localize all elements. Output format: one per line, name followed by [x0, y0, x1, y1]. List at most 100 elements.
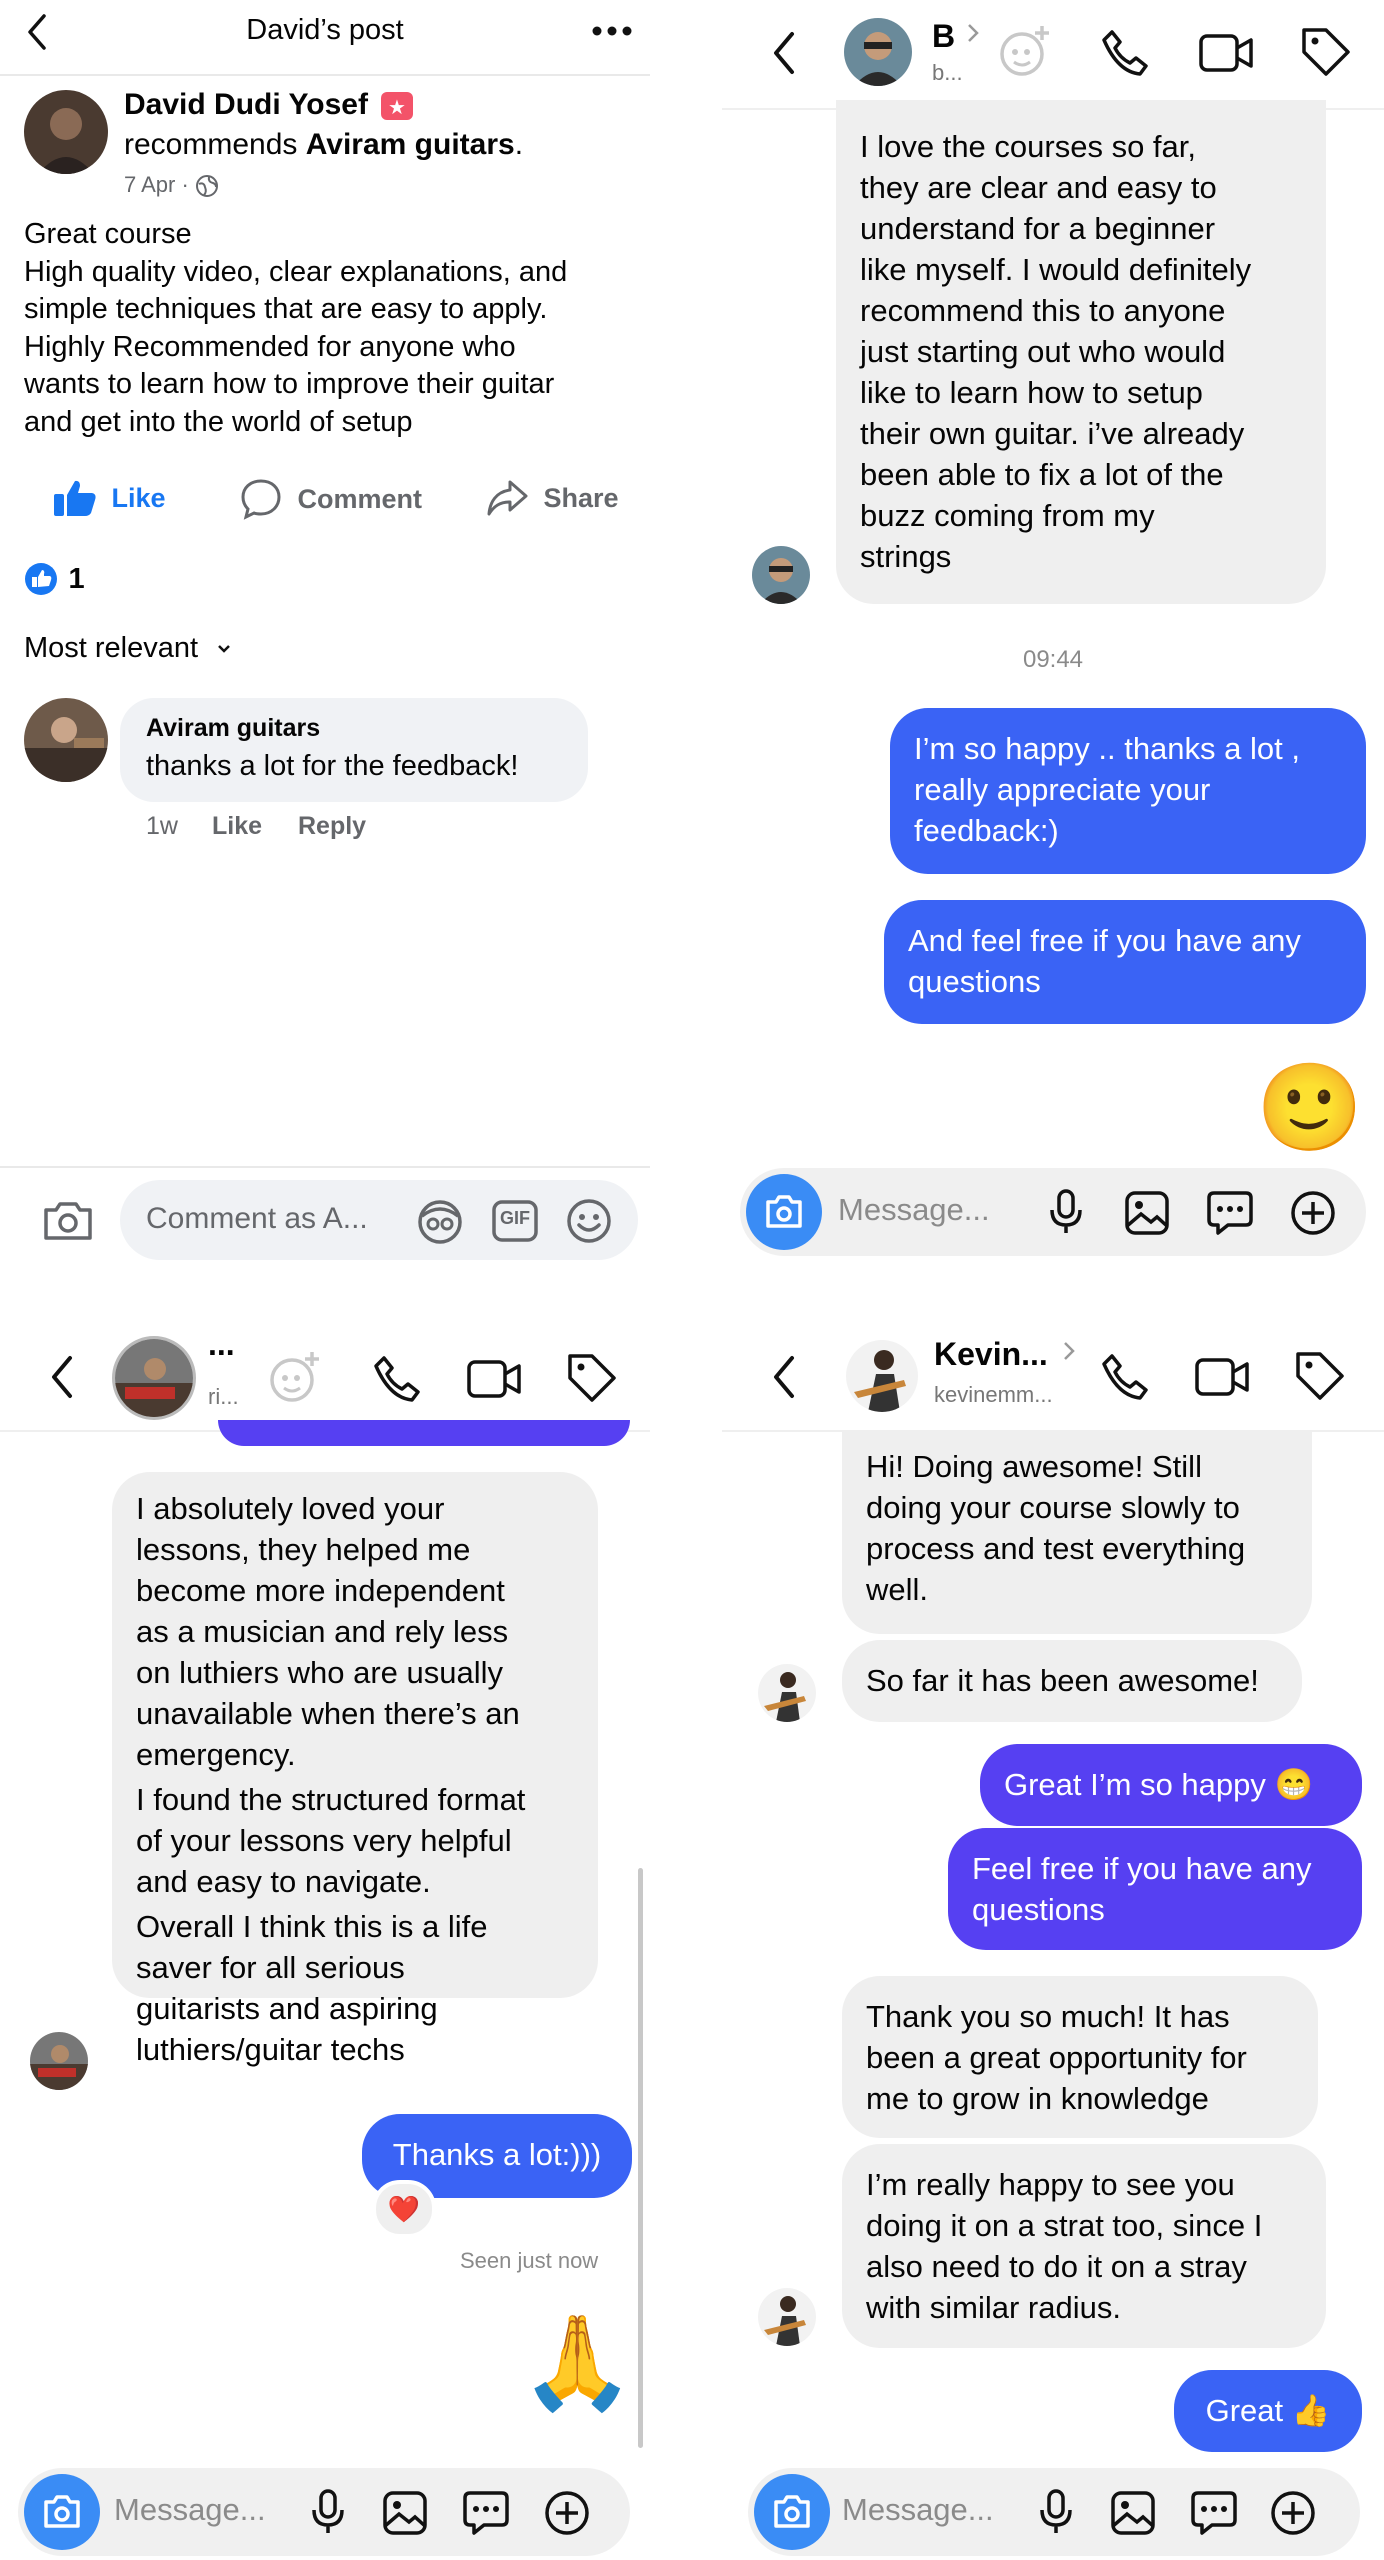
- more-options-icon[interactable]: [592, 26, 632, 36]
- message-line: strings: [860, 539, 952, 574]
- outgoing-message[interactable]: And feel free if you have any questions: [884, 900, 1366, 1024]
- share-button[interactable]: Share: [486, 478, 619, 518]
- author-avatar[interactable]: [24, 90, 108, 174]
- comment-reply-button[interactable]: Reply: [298, 812, 366, 841]
- incoming-message[interactable]: Thank you so much! It has been a great o…: [842, 1976, 1318, 2138]
- recommended-page-link[interactable]: Aviram guitars: [306, 128, 515, 161]
- sticker-icon[interactable]: [1190, 2490, 1238, 2536]
- contact-avatar[interactable]: [112, 1336, 196, 1420]
- sender-avatar[interactable]: [758, 2288, 816, 2346]
- plus-icon[interactable]: [1290, 1190, 1336, 1236]
- sender-avatar[interactable]: [30, 2032, 88, 2090]
- comment-sort-dropdown[interactable]: Most relevant: [24, 632, 232, 665]
- incoming-message[interactable]: I absolutely loved your lessons, they he…: [112, 1472, 598, 2067]
- message-line: questions: [908, 964, 1041, 999]
- comment-input[interactable]: Comment as A... GIF: [120, 1180, 638, 1260]
- video-call-icon[interactable]: [466, 1356, 522, 1402]
- outgoing-message[interactable]: I’m so happy .. thanks a lot , really ap…: [890, 708, 1366, 874]
- sticker-icon[interactable]: [1206, 1190, 1254, 1236]
- commenter-name[interactable]: Aviram guitars: [146, 714, 320, 743]
- tag-icon[interactable]: [1300, 26, 1352, 78]
- plus-icon[interactable]: [1270, 2490, 1316, 2536]
- sender-avatar[interactable]: [752, 546, 810, 604]
- incoming-message[interactable]: So far it has been awesome!: [842, 1640, 1302, 1722]
- avatar-sticker-icon[interactable]: [416, 1198, 464, 1244]
- message-input-placeholder: Message...: [114, 2492, 266, 2527]
- comment-button[interactable]: Comment: [240, 478, 422, 520]
- chat-screen-2: ... ri... I absolutely loved your lesson…: [0, 1308, 650, 2560]
- back-icon[interactable]: [48, 1354, 76, 1400]
- add-people-icon[interactable]: [268, 1348, 324, 1404]
- message-line: lessons, they helped me: [136, 1532, 471, 1567]
- message-line: Thank you so much! It has: [866, 1999, 1230, 2034]
- emoji-message[interactable]: 🙏: [520, 2308, 635, 2418]
- sender-avatar[interactable]: [758, 1664, 816, 1722]
- chevron-down-icon: [216, 643, 232, 655]
- globe-icon: [195, 174, 219, 198]
- microphone-icon[interactable]: [310, 2488, 346, 2536]
- author-name[interactable]: David Dudi Yosef ★: [124, 88, 414, 123]
- comment-like-button[interactable]: Like: [212, 812, 262, 841]
- tag-icon[interactable]: [566, 1352, 618, 1404]
- message-line: Thanks a lot:))): [392, 2137, 602, 2172]
- message-input-placeholder: Message...: [838, 1192, 990, 1227]
- message-timestamp: 09:44: [1022, 646, 1084, 673]
- microphone-icon[interactable]: [1048, 1188, 1084, 1236]
- gallery-icon[interactable]: [382, 2490, 428, 2536]
- message-line: feedback:): [914, 813, 1059, 848]
- incoming-message[interactable]: I’m really happy to see you doing it on …: [842, 2144, 1326, 2348]
- incoming-message[interactable]: I love the courses so far, they are clea…: [836, 100, 1326, 604]
- back-icon[interactable]: [770, 1354, 798, 1400]
- share-arrow-icon: [486, 478, 528, 518]
- message-line: I’m really happy to see you: [866, 2167, 1235, 2202]
- message-line: been able to fix a lot of the: [860, 457, 1224, 492]
- camera-button[interactable]: [24, 2474, 100, 2550]
- contact-avatar[interactable]: [844, 18, 912, 86]
- plus-icon[interactable]: [544, 2490, 590, 2536]
- contact-avatar[interactable]: [846, 1340, 918, 1412]
- message-composer[interactable]: Message...: [18, 2468, 630, 2556]
- author-name-text[interactable]: David Dudi Yosef: [124, 88, 368, 121]
- gif-icon[interactable]: GIF: [492, 1200, 538, 1242]
- like-button[interactable]: Like: [52, 478, 166, 518]
- message-composer[interactable]: Message...: [748, 2468, 1360, 2556]
- camera-button[interactable]: [754, 2474, 830, 2550]
- message-composer[interactable]: Message...: [740, 1168, 1366, 1256]
- message-line: doing your course slowly to: [866, 1490, 1240, 1525]
- like-label: Like: [111, 482, 166, 513]
- outgoing-message[interactable]: Feel free if you have any questions: [948, 1828, 1362, 1950]
- svg-text:★: ★: [388, 95, 406, 119]
- contact-name[interactable]: ...: [208, 1326, 235, 1363]
- outgoing-message[interactable]: Great I’m so happy 😁: [980, 1744, 1362, 1826]
- chevron-right-icon: [1062, 1340, 1076, 1362]
- phone-icon[interactable]: [1100, 28, 1150, 78]
- outgoing-message[interactable]: Great 👍: [1174, 2370, 1362, 2452]
- video-call-icon[interactable]: [1194, 1354, 1250, 1400]
- incoming-message[interactable]: Hi! Doing awesome! Still doing your cour…: [842, 1430, 1312, 1634]
- phone-icon[interactable]: [1100, 1352, 1150, 1402]
- gallery-icon[interactable]: [1110, 2490, 1156, 2536]
- message-line: their own guitar. i’ve already: [860, 416, 1245, 451]
- emoji-icon[interactable]: [566, 1198, 612, 1244]
- back-icon[interactable]: [770, 30, 798, 76]
- emoji-message[interactable]: 🙂: [1256, 1058, 1363, 1158]
- commenter-avatar[interactable]: [24, 698, 108, 782]
- previous-message-edge: [218, 1420, 630, 1446]
- phone-icon[interactable]: [372, 1354, 422, 1404]
- contact-name[interactable]: B: [932, 18, 955, 55]
- message-line: just starting out who would: [860, 334, 1226, 369]
- contact-name[interactable]: Kevin...: [934, 1336, 1048, 1373]
- video-call-icon[interactable]: [1198, 30, 1254, 76]
- camera-icon[interactable]: [42, 1200, 94, 1242]
- reaction-summary[interactable]: 1: [24, 562, 85, 596]
- tag-icon[interactable]: [1294, 1350, 1346, 1402]
- camera-button[interactable]: [746, 1174, 822, 1250]
- sticker-icon[interactable]: [462, 2490, 510, 2536]
- scrollbar[interactable]: [638, 1868, 643, 2448]
- gallery-icon[interactable]: [1124, 1190, 1170, 1236]
- heart-reaction[interactable]: ❤️: [372, 2180, 436, 2238]
- add-people-icon[interactable]: [998, 22, 1054, 78]
- microphone-icon[interactable]: [1038, 2488, 1074, 2536]
- message-line: well.: [866, 1572, 929, 1607]
- header-divider: [0, 74, 650, 76]
